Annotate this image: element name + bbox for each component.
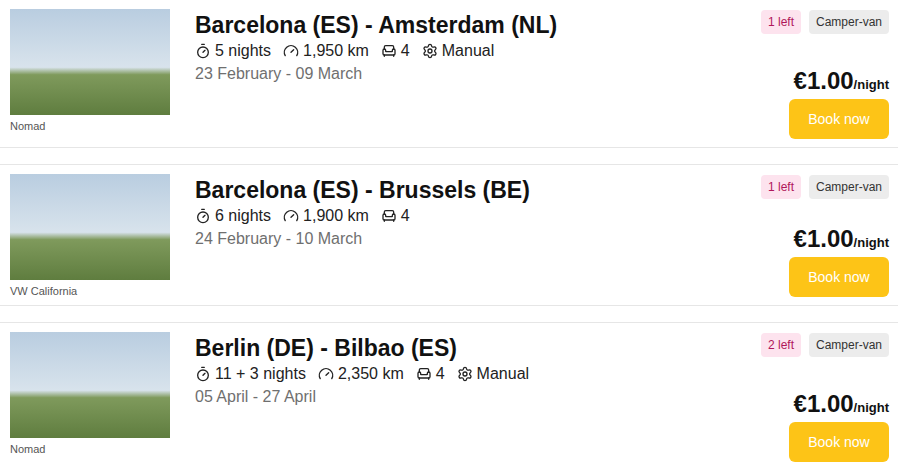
listing-info: Barcelona (ES) - Amsterdam (NL) 5 nights 1… <box>195 9 761 139</box>
price-unit: /night <box>854 77 889 92</box>
price-block: €1.00/night Book now <box>789 225 889 297</box>
price: €1.00/night <box>794 225 889 253</box>
price-block: €1.00/night Book now <box>789 390 889 462</box>
book-button[interactable]: Book now <box>789 422 889 462</box>
type-badge: Camper-van <box>809 175 889 199</box>
price-unit: /night <box>854 235 889 250</box>
price-column: 2 left Camper-van €1.00/night Book now <box>761 332 889 462</box>
badges: 1 left Camper-van <box>761 10 889 34</box>
route-title[interactable]: Barcelona (ES) - Amsterdam (NL) <box>195 10 761 40</box>
camper-photo <box>10 174 170 280</box>
route-title[interactable]: Berlin (DE) - Bilbao (ES) <box>195 333 761 363</box>
gauge-icon <box>318 366 334 382</box>
listing-info: Barcelona (ES) - Brussels (BE) 6 nights 1,… <box>195 174 761 297</box>
book-button[interactable]: Book now <box>789 99 889 139</box>
seats: 4 <box>381 207 410 225</box>
transmission: Manual <box>457 365 529 383</box>
price-amount: €1.00 <box>794 67 854 95</box>
listing-card: Nomad Barcelona (ES) - Amsterdam (NL) 5 ni… <box>0 0 898 148</box>
date-range: 24 February - 10 March <box>195 230 761 248</box>
availability-badge: 1 left <box>761 10 801 34</box>
nights: 6 nights <box>195 207 271 225</box>
price-block: €1.00/night Book now <box>789 67 889 139</box>
timer-icon <box>195 208 211 224</box>
gear-icon <box>457 366 473 382</box>
gauge-icon <box>283 208 299 224</box>
nights: 11 + 3 nights <box>195 365 306 383</box>
listing-info: Berlin (DE) - Bilbao (ES) 11 + 3 nights 2,… <box>195 332 761 462</box>
camper-photo <box>10 9 170 115</box>
listing-card: VW California Barcelona (ES) - Brussels (… <box>0 164 898 306</box>
price: €1.00/night <box>794 390 889 418</box>
type-badge: Camper-van <box>809 10 889 34</box>
seats: 4 <box>381 42 410 60</box>
gauge-icon <box>283 43 299 59</box>
price: €1.00/night <box>794 67 889 95</box>
timer-icon <box>195 43 211 59</box>
price-unit: /night <box>854 400 889 415</box>
price-amount: €1.00 <box>794 390 854 418</box>
details-row: 11 + 3 nights 2,350 km 4 Manual <box>195 365 761 383</box>
photo-caption: VW California <box>10 285 170 297</box>
timer-icon <box>195 366 211 382</box>
price-column: 1 left Camper-van €1.00/night Book now <box>761 9 889 139</box>
badges: 1 left Camper-van <box>761 175 889 199</box>
route-title[interactable]: Barcelona (ES) - Brussels (BE) <box>195 175 761 205</box>
seat-icon <box>381 43 397 59</box>
price-column: 1 left Camper-van €1.00/night Book now <box>761 174 889 297</box>
listing-list: Nomad Barcelona (ES) - Amsterdam (NL) 5 ni… <box>0 0 898 469</box>
distance: 1,950 km <box>283 42 369 60</box>
availability-badge: 1 left <box>761 175 801 199</box>
photo-column: VW California <box>10 174 170 297</box>
photo-caption: Nomad <box>10 120 170 132</box>
badges: 2 left Camper-van <box>761 333 889 357</box>
gear-icon <box>422 43 438 59</box>
availability-badge: 2 left <box>761 333 801 357</box>
photo-caption: Nomad <box>10 443 170 455</box>
camper-photo <box>10 332 170 438</box>
distance: 1,900 km <box>283 207 369 225</box>
details-row: 5 nights 1,950 km 4 Manual <box>195 42 761 60</box>
listing-card: Nomad Berlin (DE) - Bilbao (ES) 11 + 3 nig… <box>0 322 898 469</box>
seat-icon <box>381 208 397 224</box>
book-button[interactable]: Book now <box>789 257 889 297</box>
date-range: 05 April - 27 April <box>195 388 761 406</box>
transmission: Manual <box>422 42 494 60</box>
seats: 4 <box>416 365 445 383</box>
nights: 5 nights <box>195 42 271 60</box>
price-amount: €1.00 <box>794 225 854 253</box>
photo-column: Nomad <box>10 9 170 139</box>
photo-column: Nomad <box>10 332 170 462</box>
date-range: 23 February - 09 March <box>195 65 761 83</box>
seat-icon <box>416 366 432 382</box>
type-badge: Camper-van <box>809 333 889 357</box>
details-row: 6 nights 1,900 km 4 <box>195 207 761 225</box>
distance: 2,350 km <box>318 365 404 383</box>
